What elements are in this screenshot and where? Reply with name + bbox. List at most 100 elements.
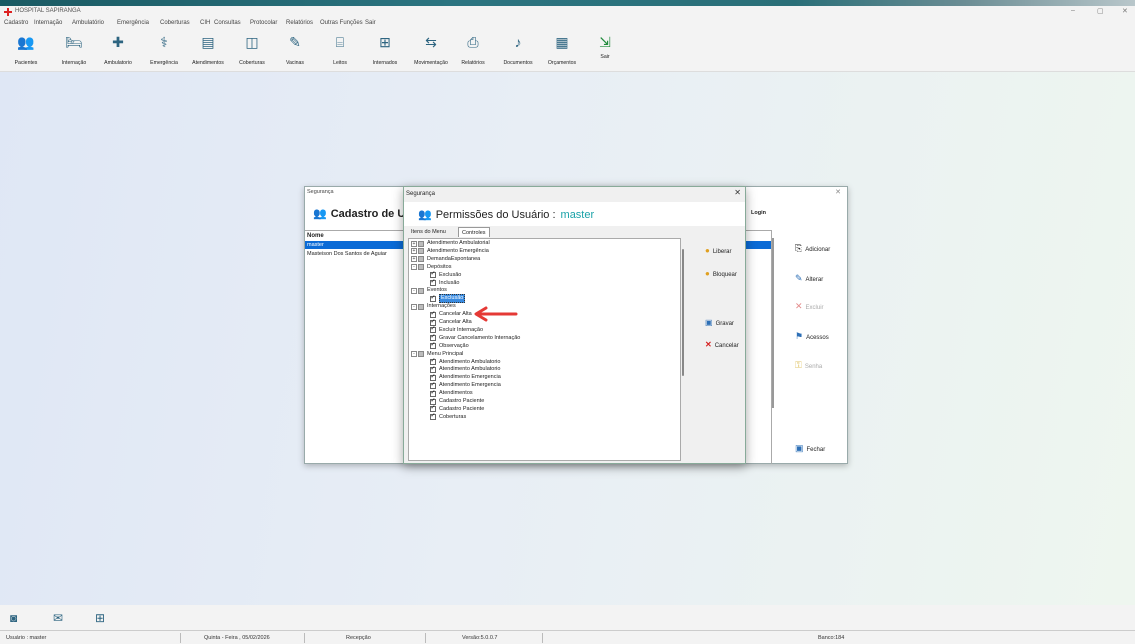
tree-node-checkbox[interactable]	[430, 311, 436, 318]
tree-node[interactable]: Observação	[430, 342, 469, 350]
tree-node-checkbox[interactable]	[430, 271, 436, 279]
tree-node[interactable]: Cancelar Alta	[430, 319, 472, 326]
toolbar-relatorios-button[interactable]: ⎙ Relatórios	[458, 33, 488, 67]
medical-kit-icon: ✚	[112, 33, 124, 50]
tree-node-checkbox[interactable]	[430, 358, 436, 365]
tree-node[interactable]: + DemandaEspontanea	[411, 256, 480, 263]
bloquear-button[interactable]: ● Bloquear	[705, 269, 737, 278]
tree-node[interactable]: Atendimento Ambulatorio	[430, 358, 500, 366]
tree-node-checkbox[interactable]	[418, 240, 424, 247]
toolbar-orcamentos-button[interactable]: ▦ Orçamentos	[543, 33, 581, 67]
menu-item-cih[interactable]: CIH	[200, 20, 210, 26]
tree-node[interactable]: Atendimento Ambulatorio	[430, 366, 500, 373]
toolbar-movimentacao-button[interactable]: ⇆ Movimentação	[408, 33, 454, 67]
mail-icon[interactable]: ✉	[53, 611, 63, 625]
tree-node-checkbox[interactable]	[430, 326, 436, 334]
tree-node-checkbox[interactable]	[418, 256, 424, 263]
toolbar-pacientes-button[interactable]: 👥 Pacientes	[14, 33, 38, 67]
menu-item-consultas[interactable]: Consultas	[214, 20, 241, 26]
tree-node-checkbox[interactable]	[430, 405, 436, 413]
tree-node[interactable]: Excluir Internação	[430, 326, 483, 334]
tree-node-checkbox[interactable]	[430, 295, 436, 302]
menu-item-coberturas[interactable]: Coberturas	[160, 20, 190, 26]
menu-item-internacao[interactable]: Internação	[34, 20, 62, 26]
menu-item-outras-funcoes[interactable]: Outras Funções	[320, 20, 363, 26]
tree-node[interactable]: Cadastro Paciente	[430, 405, 484, 413]
toolbar-coberturas-button[interactable]: ◫ Coberturas	[235, 33, 269, 67]
collapse-icon[interactable]: -	[411, 351, 417, 358]
toolbar-vacinas-button[interactable]: ✎ Vacinas	[282, 33, 308, 67]
menu-item-cadastro[interactable]: Cadastro	[4, 20, 28, 26]
liberar-button[interactable]: ● Liberar	[705, 246, 732, 255]
tree-node[interactable]: Cancelar Alta	[430, 311, 472, 318]
toolbar-internacao-button[interactable]: 🛏 Internação	[58, 33, 90, 67]
tree-node[interactable]: Gravar Cancelamento Internação	[430, 334, 520, 342]
adicionar-button[interactable]: ⎘ Adicionar	[795, 243, 830, 254]
tree-node[interactable]: Atendimento Emergencia	[430, 374, 501, 381]
close-icon[interactable]: ✕	[835, 188, 841, 196]
tree-node[interactable]: Atendimento Emergencia	[430, 382, 501, 389]
toolbar-atendimentos-button[interactable]: ▤ Atendimentos	[187, 33, 229, 67]
menu-item-sair[interactable]: Sair	[365, 20, 376, 26]
tree-node-checkbox[interactable]	[418, 287, 424, 294]
tree-node-checkbox[interactable]	[430, 374, 436, 381]
tree-node[interactable]: - Menu Principal	[411, 351, 463, 358]
tree-node[interactable]: Inclusão	[430, 279, 460, 287]
tree-node-checkbox[interactable]	[430, 319, 436, 326]
gravar-button[interactable]: ▣ Gravar	[705, 318, 734, 327]
collapse-icon[interactable]: -	[411, 303, 417, 310]
tree-node[interactable]: Cadastro Paciente	[430, 398, 484, 405]
tree-node[interactable]: - Depósitos	[411, 264, 451, 271]
menu-item-emergencia[interactable]: Emergência	[117, 20, 149, 26]
tree-node-checkbox[interactable]	[430, 413, 436, 421]
acessos-button[interactable]: ⚑ Acessos	[795, 331, 829, 342]
tree-node-checkbox[interactable]	[418, 264, 424, 271]
toolbar-leitos-button[interactable]: ⌸ Leitos	[329, 33, 351, 67]
tree-node-checkbox[interactable]	[418, 303, 424, 310]
menu-item-ambulatorio[interactable]: Ambulatório	[72, 20, 104, 26]
tree-scrollbar[interactable]	[682, 249, 684, 376]
close-icon[interactable]: ✕	[734, 188, 741, 197]
tree-node[interactable]: Exclusão	[430, 294, 466, 304]
tree-node-checkbox[interactable]	[430, 390, 436, 397]
tree-node[interactable]: - Internações	[411, 303, 456, 310]
maximize-icon[interactable]: ▢	[1097, 7, 1104, 15]
tab-controles[interactable]: Controles	[458, 227, 490, 237]
tree-node-checkbox[interactable]	[430, 366, 436, 373]
toolbar-emergencia-button[interactable]: ⚕ Emergência	[146, 33, 182, 67]
fechar-button[interactable]: ▣ Fechar	[795, 443, 825, 454]
tab-itens-do-menu[interactable]: Itens do Menu	[408, 227, 449, 237]
permissions-tree[interactable]: + Atendimento Ambulatorial + Atendimento Em…	[408, 238, 681, 461]
toolbar-ambulatorio-button[interactable]: ✚ Ambulatorio	[99, 33, 137, 67]
tree-node-checkbox[interactable]	[430, 382, 436, 389]
menu-item-protocolar[interactable]: Protocolar	[250, 20, 277, 26]
tree-node-checkbox[interactable]	[430, 398, 436, 405]
cancelar-button[interactable]: ✕ Cancelar	[705, 340, 739, 349]
toolbar-documentos-button[interactable]: ♪ Documentos	[498, 33, 538, 66]
tree-node[interactable]: Coberturas	[430, 413, 466, 421]
gift-icon[interactable]: ⊞	[95, 611, 105, 625]
toolbar-sair-button[interactable]: ⇲ Sair	[596, 33, 614, 61]
toolbar-internados-button[interactable]: ⊞ Internados	[369, 33, 401, 67]
tree-node[interactable]: + Atendimento Ambulatorial	[411, 240, 490, 247]
tree-node-checkbox[interactable]	[430, 342, 436, 350]
tree-node[interactable]: Exclusão	[430, 271, 461, 279]
close-app-icon[interactable]: ✕	[1122, 7, 1128, 15]
tree-node-checkbox[interactable]	[430, 279, 436, 286]
menu-item-relatorios[interactable]: Relatórios	[286, 20, 313, 26]
expand-icon[interactable]: +	[411, 240, 417, 247]
excluir-button[interactable]: ✕ Excluir	[795, 301, 824, 312]
tree-node-checkbox[interactable]	[430, 334, 436, 342]
collapse-icon[interactable]: -	[411, 264, 417, 271]
tree-node[interactable]: + Atendimento Emergência	[411, 248, 489, 255]
expand-icon[interactable]: +	[411, 248, 417, 255]
tree-node-checkbox[interactable]	[418, 351, 424, 358]
tree-node-checkbox[interactable]	[418, 248, 424, 255]
senha-button[interactable]: ⚿ Senha	[795, 360, 822, 371]
alterar-button[interactable]: ✎ Alterar	[795, 273, 823, 284]
collapse-icon[interactable]: -	[411, 287, 417, 294]
minimize-icon[interactable]: –	[1071, 7, 1075, 14]
whatsapp-icon[interactable]: ◙	[10, 611, 17, 625]
tree-node[interactable]: Atendimentos	[430, 390, 473, 397]
expand-icon[interactable]: +	[411, 256, 417, 263]
